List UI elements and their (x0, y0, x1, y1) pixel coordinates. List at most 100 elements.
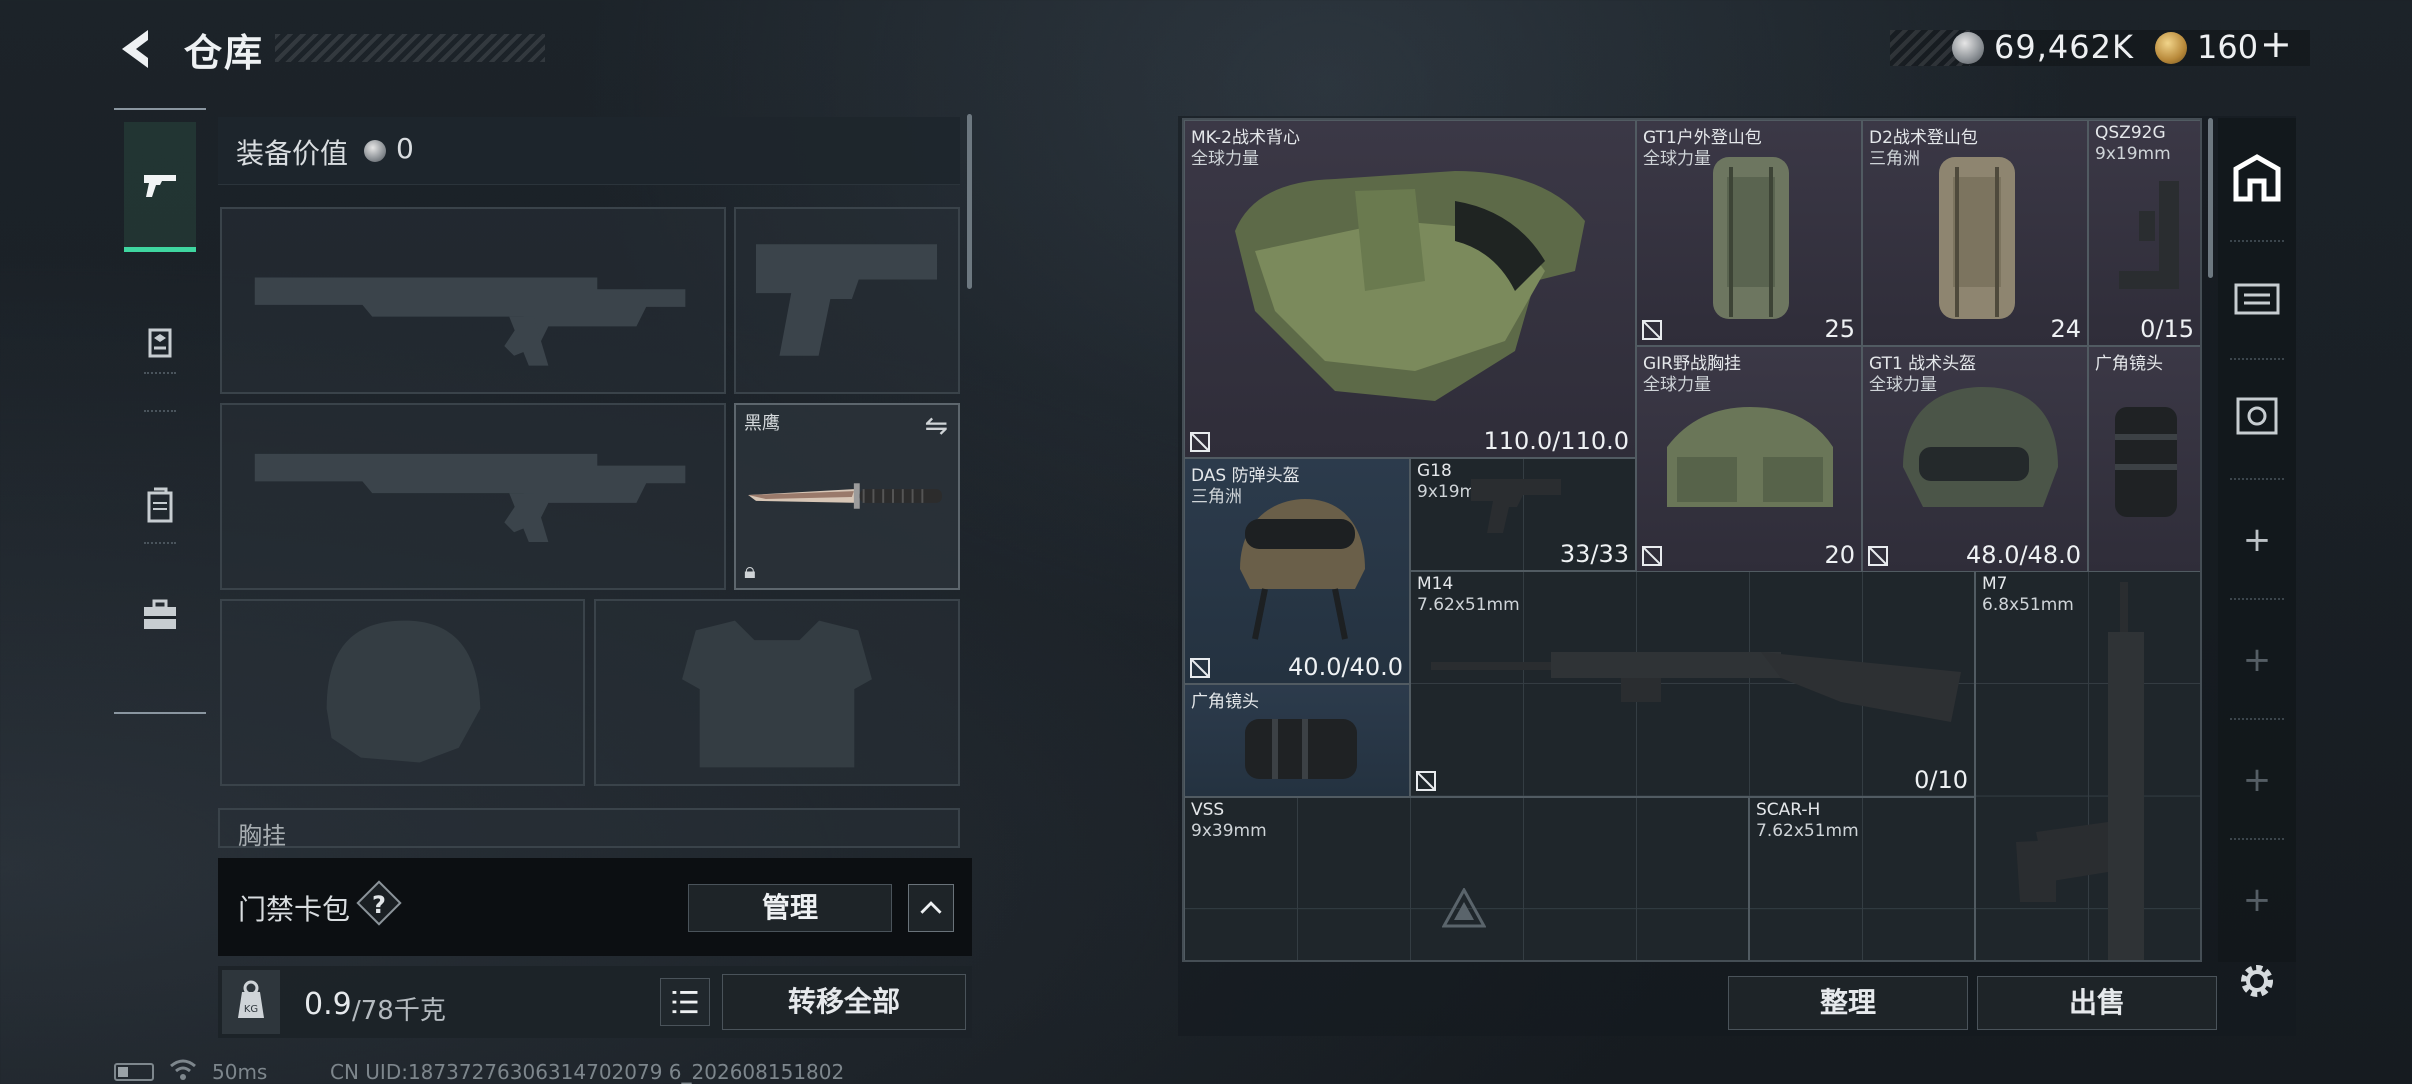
gold-amount: 160 (2197, 28, 2259, 66)
tab-add-3[interactable]: + (2218, 730, 2296, 830)
add-icon: + (2242, 880, 2272, 920)
capacity-max: /78千克 (352, 996, 446, 1026)
no-insure-icon (1642, 320, 1662, 340)
tab-money-crate[interactable] (2218, 366, 2296, 466)
settings-button[interactable] (2232, 956, 2282, 1006)
stash-scrollbar[interactable] (2208, 118, 2213, 278)
stash-item-backpack[interactable]: D2战术登山包 三角洲 24 (1862, 120, 2088, 346)
tab-add-1[interactable]: + (2218, 490, 2296, 590)
item-name: 广角镜头 (2095, 354, 2163, 374)
tab-container[interactable] (2218, 248, 2296, 348)
tab-divider (2230, 598, 2284, 600)
item-ammo: 0/10 (1914, 766, 1968, 794)
armor-silhouette-icon (682, 620, 872, 768)
item-name: QSZ92G (2095, 123, 2166, 143)
organize-button[interactable]: 整理 (1728, 976, 1968, 1030)
helmet-silhouette-icon (326, 620, 481, 763)
item-durability: 40.0/40.0 (1288, 653, 1403, 681)
tab-add-4[interactable]: + (2218, 850, 2296, 950)
back-button[interactable] (112, 24, 162, 74)
stash-item-rifle[interactable]: SCAR-H 7.62x51mm (1749, 797, 1975, 960)
no-insure-icon (1190, 432, 1210, 452)
tab-stash[interactable] (2218, 128, 2296, 228)
slot-pistol[interactable] (734, 207, 960, 394)
tab-divider (144, 542, 176, 544)
slot-armor[interactable] (594, 599, 960, 786)
slot-helmet[interactable] (220, 599, 585, 786)
equipment-value: 0 (396, 132, 414, 165)
chest-rig-icon (1667, 407, 1833, 507)
item-capacity: 24 (2050, 315, 2081, 343)
slot-melee[interactable]: 黑鹰 ⇋ 🔒︎ (734, 403, 960, 590)
tab-add-2[interactable]: + (2218, 610, 2296, 710)
tab-case[interactable] (124, 550, 196, 680)
tab-divider (144, 372, 176, 374)
left-tab-bar (114, 108, 206, 714)
gear-icon (2241, 965, 2273, 997)
backpack-icon (1939, 157, 2015, 319)
slot-primary-weapon[interactable] (220, 207, 726, 394)
stash-grid[interactable]: MK-2战术背心 全球力量 110.0/110.0 GT1户外登山包 全球力量 … (1182, 118, 2202, 962)
capacity-current: 0.9 (304, 987, 352, 1022)
list-view-button[interactable] (660, 978, 710, 1026)
triangle-logo-icon (1442, 888, 1486, 928)
manage-button[interactable]: 管理 (688, 884, 892, 932)
equipment-scrollbar[interactable] (967, 114, 972, 289)
slot-secondary-weapon[interactable] (220, 403, 726, 590)
item-ammo: 0/15 (2140, 315, 2194, 343)
stash-item-helmet[interactable]: DAS 防弹头盔 三角洲 40.0/40.0 (1184, 458, 1410, 684)
add-icon: + (2242, 520, 2272, 560)
transfer-all-button[interactable]: 转移全部 (722, 974, 966, 1030)
chevron-left-icon (122, 30, 148, 68)
no-insure-icon (1868, 546, 1888, 566)
slot-chest-rig[interactable] (218, 808, 960, 848)
pistol-icon (2119, 181, 2179, 289)
briefcase-icon (144, 599, 176, 629)
stash-item-lens[interactable]: 广角镜头 (2088, 346, 2200, 572)
stash-item-rifle[interactable]: VSS 9x39mm (1184, 797, 1749, 960)
lens-icon (1245, 719, 1357, 779)
no-insure-icon (1642, 546, 1662, 566)
sell-button[interactable]: 出售 (1977, 976, 2217, 1030)
item-durability: 48.0/48.0 (1966, 541, 2081, 569)
ping-text: 50ms (212, 1060, 268, 1084)
item-name: G18 (1417, 461, 1452, 481)
help-icon[interactable]: ? (358, 887, 400, 923)
helmet-icon (1240, 499, 1365, 640)
stash-item-rifle[interactable]: M14 7.62x51mm 0/10 (1410, 571, 1975, 797)
stash-item-pistol[interactable]: G18 9x19mm 33/33 (1410, 458, 1636, 571)
lens-icon (2115, 407, 2177, 517)
page-title: 仓库 (184, 31, 265, 75)
silver-amount: 69,462K (1994, 28, 2134, 66)
stash-item-vest[interactable]: MK-2战术背心 全球力量 110.0/110.0 (1184, 120, 1636, 458)
pistol-icon (144, 174, 176, 197)
helmet-icon (148, 328, 172, 358)
stash-item-lens[interactable]: 广角镜头 (1184, 684, 1410, 797)
stash-item-rifle[interactable]: M7 6.8x51mm (1975, 571, 2200, 960)
access-card-label: 门禁卡包 (238, 893, 351, 926)
item-durability: 110.0/110.0 (1483, 427, 1630, 455)
item-name: SCAR-H (1756, 800, 1821, 820)
item-capacity: 20 (1824, 541, 1855, 569)
tab-weapons[interactable] (124, 122, 196, 252)
item-ammo: 33/33 (1559, 540, 1629, 568)
lock-icon: 🔒︎ (744, 559, 756, 584)
stash-item-chest-rig[interactable]: GIR野战胸挂 全球力量 20 (1636, 346, 1862, 572)
item-sub: 7.62x51mm (1756, 821, 1859, 841)
stash-item-helmet[interactable]: GT1 战术头盔 全球力量 48.0/48.0 (1862, 346, 2088, 572)
collapse-button[interactable] (908, 884, 954, 932)
tab-divider (2230, 240, 2284, 242)
tab-divider (2230, 478, 2284, 480)
rifle-silhouette-icon (254, 277, 686, 366)
stash-item-pistol[interactable]: QSZ92G 9x19mm 0/15 (2088, 120, 2200, 346)
item-sub: 三角洲 (1869, 149, 1920, 169)
item-name: M14 (1417, 574, 1454, 594)
silver-coin-icon (1952, 32, 1984, 64)
wifi-icon (168, 1056, 198, 1082)
weight-icon: KG (222, 970, 280, 1034)
add-gold-button[interactable]: + (2260, 22, 2292, 66)
svg-text:KG: KG (244, 1004, 258, 1015)
money-crate-icon (2236, 397, 2278, 435)
stash-item-backpack[interactable]: GT1户外登山包 全球力量 25 (1636, 120, 1862, 346)
backpack-icon (147, 487, 173, 523)
